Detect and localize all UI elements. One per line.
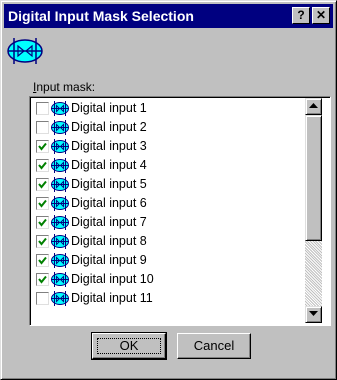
checkbox[interactable] xyxy=(36,102,49,115)
checkbox[interactable] xyxy=(36,159,49,172)
arrow-up-icon xyxy=(309,103,318,108)
checkbox[interactable] xyxy=(36,140,49,153)
digital-input-icon xyxy=(50,119,70,136)
scroll-thumb[interactable] xyxy=(305,115,322,241)
window-title: Digital Input Mask Selection xyxy=(8,8,194,24)
help-button[interactable]: ? xyxy=(292,7,310,24)
cancel-button-label: Cancel xyxy=(193,338,235,353)
ok-button-label: OK xyxy=(119,338,139,353)
input-mask-label: Input mask: xyxy=(33,80,95,94)
vertical-scrollbar[interactable] xyxy=(305,98,322,323)
digital-input-icon xyxy=(50,271,70,288)
checkbox[interactable] xyxy=(36,235,49,248)
checkbox[interactable] xyxy=(36,273,49,286)
list-item-label: Digital input 1 xyxy=(71,101,147,115)
checkbox[interactable] xyxy=(36,216,49,229)
input-mask-list[interactable]: Digital input 1 Digital input 2 Digital in… xyxy=(29,96,331,326)
checkbox[interactable] xyxy=(36,197,49,210)
digital-input-icon xyxy=(50,233,70,250)
list-item[interactable]: Digital input 4 xyxy=(36,156,298,175)
digital-input-icon xyxy=(50,214,70,231)
list-item-label: Digital input 7 xyxy=(71,215,147,229)
list-item[interactable]: Digital input 9 xyxy=(36,251,298,270)
digital-input-icon xyxy=(50,252,70,269)
list-item[interactable]: Digital input 11 xyxy=(36,289,298,308)
scroll-up-button[interactable] xyxy=(305,98,322,115)
list-item-label: Digital input 5 xyxy=(71,177,147,191)
digital-input-icon xyxy=(7,38,43,64)
close-button[interactable]: ✕ xyxy=(312,7,330,24)
list-item-label: Digital input 4 xyxy=(71,158,147,172)
list-item[interactable]: Digital input 5 xyxy=(36,175,298,194)
cancel-button[interactable]: Cancel xyxy=(177,333,251,359)
checkbox[interactable] xyxy=(36,178,49,191)
checkbox[interactable] xyxy=(36,292,49,305)
scroll-down-button[interactable] xyxy=(305,306,322,323)
list-item-label: Digital input 2 xyxy=(71,120,147,134)
ok-button[interactable]: OK xyxy=(91,332,167,360)
list-item-label: Digital input 3 xyxy=(71,139,147,153)
list-item-label: Digital input 8 xyxy=(71,234,147,248)
list-item[interactable]: Digital input 2 xyxy=(36,118,298,137)
input-mask-rows: Digital input 1 Digital input 2 Digital in… xyxy=(36,99,298,308)
dialog-window: Digital Input Mask Selection ? ✕ Input m… xyxy=(0,0,337,380)
checkbox[interactable] xyxy=(36,121,49,134)
digital-input-icon xyxy=(50,290,70,307)
arrow-down-icon xyxy=(309,311,318,316)
list-item-label: Digital input 11 xyxy=(71,291,153,305)
title-bar[interactable]: Digital Input Mask Selection ? ✕ xyxy=(4,4,333,28)
digital-input-icon xyxy=(50,157,70,174)
list-item[interactable]: Digital input 1 xyxy=(36,99,298,118)
list-item[interactable]: Digital input 8 xyxy=(36,232,298,251)
digital-input-icon xyxy=(50,195,70,212)
digital-input-icon xyxy=(50,176,70,193)
list-item[interactable]: Digital input 10 xyxy=(36,270,298,289)
digital-input-icon xyxy=(50,100,70,117)
list-item[interactable]: Digital input 7 xyxy=(36,213,298,232)
digital-input-icon xyxy=(50,138,70,155)
list-item-label: Digital input 6 xyxy=(71,196,147,210)
list-item-label: Digital input 9 xyxy=(71,253,147,267)
list-item-label: Digital input 10 xyxy=(71,272,154,286)
list-item[interactable]: Digital input 3 xyxy=(36,137,298,156)
input-mask-label-text: nput mask: xyxy=(36,80,96,94)
list-item[interactable]: Digital input 6 xyxy=(36,194,298,213)
checkbox[interactable] xyxy=(36,254,49,267)
